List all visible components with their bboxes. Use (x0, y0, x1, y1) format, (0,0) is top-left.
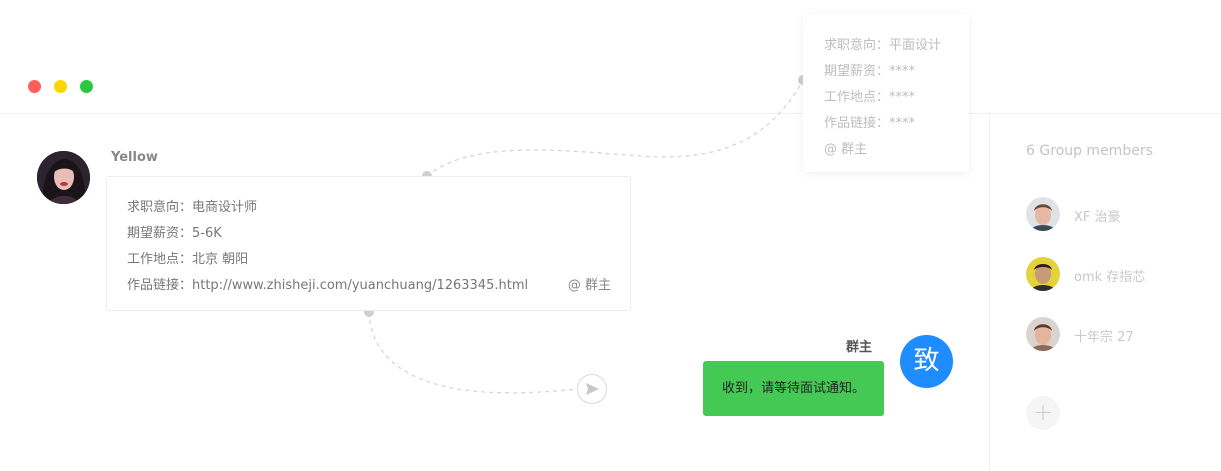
float-card-intent: 求职意向：平面设计 (824, 38, 942, 53)
member-photo-icon (1026, 197, 1060, 231)
user-avatar-photo-icon (37, 151, 90, 204)
reply-message-bubble[interactable]: 收到，请等待面试通知。 (703, 361, 884, 416)
member-avatar[interactable] (1026, 257, 1060, 291)
float-card-location: 工作地点：**** (824, 90, 916, 105)
add-member-button[interactable]: + (1026, 396, 1060, 430)
message-sender-name: Yellow (111, 150, 158, 165)
float-card-salary: 期望薪资：**** (824, 64, 916, 79)
member-avatar[interactable] (1026, 197, 1060, 231)
float-card-portfolio: 作品链接：**** (824, 116, 916, 131)
member-name[interactable]: 十年宗 27 (1074, 326, 1134, 345)
avatar[interactable] (37, 151, 90, 204)
reply-sender-name: 群主 (846, 340, 873, 355)
close-window-button[interactable] (28, 80, 41, 93)
message-salary: 期望薪资：5-6K (127, 226, 222, 241)
group-members-title: 6 Group members (1026, 143, 1153, 159)
sidebar-divider (989, 113, 990, 471)
header-divider (0, 113, 1221, 114)
message-location: 工作地点：北京 朝阳 (127, 252, 249, 267)
message-portfolio-link[interactable]: 作品链接：http://www.zhisheji.com/yuanchuang/… (127, 274, 528, 293)
member-photo-icon (1026, 317, 1060, 351)
send-button[interactable] (577, 374, 607, 404)
message-intent: 求职意向：电商设计师 (127, 200, 258, 215)
member-name[interactable]: XF 治豪 (1074, 206, 1121, 225)
message-mention[interactable]: @ 群主 (568, 274, 611, 293)
avatar[interactable]: 致 (900, 335, 953, 388)
plus-icon: + (1032, 398, 1054, 426)
member-photo-icon (1026, 257, 1060, 291)
float-card-mention: @ 群主 (824, 142, 868, 157)
minimize-window-button[interactable] (54, 80, 67, 93)
member-name[interactable]: omk 存指芯 (1074, 266, 1145, 285)
maximize-window-button[interactable] (80, 80, 93, 93)
send-icon (586, 383, 599, 395)
resume-message-card[interactable]: 求职意向：电商设计师 期望薪资：5-6K 工作地点：北京 朝阳 作品链接：htt… (106, 176, 631, 311)
member-avatar[interactable] (1026, 317, 1060, 351)
floating-resume-card[interactable]: 求职意向：平面设计 期望薪资：**** 工作地点：**** 作品链接：**** … (803, 14, 969, 172)
